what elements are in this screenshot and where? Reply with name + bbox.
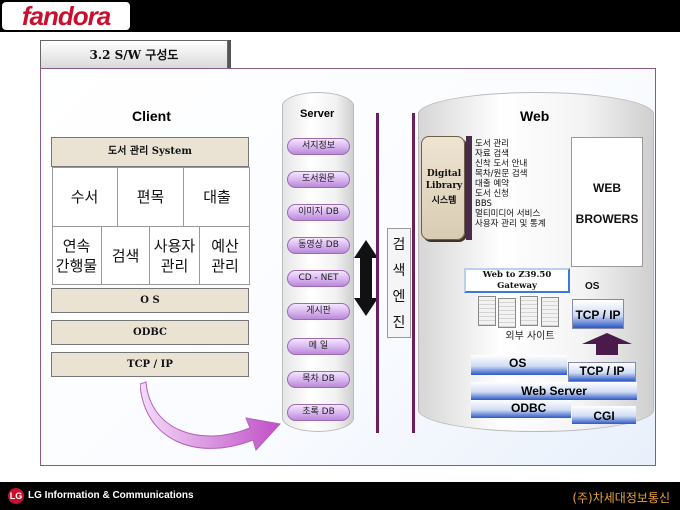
stack-cgi-box: CGI <box>572 406 636 424</box>
server-item-bulletin: 게시판 <box>287 303 350 320</box>
client-os-layer: O S <box>51 288 249 313</box>
server-item-cd-net: CD - NET <box>287 270 350 287</box>
web-title: Web <box>520 108 550 124</box>
server-title: Server <box>300 108 335 120</box>
digital-library-line: Library <box>425 181 463 191</box>
library-bar <box>466 136 472 240</box>
digital-library-box: Digital Library 시스템 <box>421 136 465 240</box>
browser-tcpip-box: TCP / IP <box>572 299 624 329</box>
lg-company-text: LG Information & Communications <box>28 490 194 501</box>
stack-odbc-box: ODBC <box>471 400 571 418</box>
web-browser-label: WEB <box>593 181 621 195</box>
digital-library-line: 시스템 <box>431 196 457 206</box>
service-item: 사용자 관리 및 통계 <box>475 219 546 229</box>
external-site-label: 외부 사이트 <box>505 331 555 342</box>
module-circulation: 대출 <box>184 167 250 227</box>
stack-tcpip-box: TCP / IP <box>568 362 636 382</box>
module-cataloging: 편목 <box>118 167 184 227</box>
module-serials: 연속 간행물 <box>52 227 102 285</box>
server-item-fulltext: 도서원문 <box>287 171 350 188</box>
server-item-abstract-db: 초록 DB <box>287 404 350 421</box>
gateway-box: Web to Z39.50 Gateway <box>464 268 570 293</box>
module-search: 검색 <box>102 227 150 285</box>
digital-library-line: Digital <box>426 169 462 179</box>
server-item-mail: 메 일 <box>287 338 350 355</box>
module-budget-management: 예산 관리 <box>211 237 239 275</box>
server-item-bibliographic: 서지정보 <box>287 138 350 155</box>
server-icon <box>541 297 559 327</box>
divider-right <box>412 113 415 433</box>
gateway-line: Gateway <box>497 281 537 291</box>
section-title: 3.2 S/W 구성도 <box>40 40 228 69</box>
client-odbc-layer: ODBC <box>51 320 249 345</box>
module-user-management: 사용자 관리 <box>150 227 200 285</box>
browser-os-label: OS <box>585 281 600 292</box>
server-icon <box>498 298 516 328</box>
company-name: (주)차세대정보통신 <box>572 491 670 505</box>
client-to-server-arrow <box>140 381 281 451</box>
server-icon <box>478 296 496 326</box>
search-engine-char: 검 <box>392 237 406 253</box>
stack-os-box: OS <box>471 355 567 375</box>
search-engine-char: 색 <box>392 263 406 279</box>
search-engine-char: 진 <box>392 315 406 331</box>
stack-web-server-box: Web Server <box>471 382 637 400</box>
lg-logo-icon: LG <box>8 488 24 504</box>
search-engine-char: 엔 <box>392 289 406 305</box>
server-item-image-db: 이미지 DB <box>287 204 350 221</box>
fandora-logo: fandora <box>2 2 130 30</box>
web-browser-box <box>571 137 643 267</box>
library-system-box: 도서 관리 System <box>51 137 249 167</box>
up-arrow-icon <box>582 333 632 355</box>
server-item-video-db: 동영상 DB <box>287 237 350 254</box>
server-item-toc-db: 목차 DB <box>287 371 350 388</box>
double-arrow-icon <box>354 240 378 316</box>
gateway-line: Web to Z39.50 <box>482 270 552 280</box>
client-title: Client <box>132 108 171 124</box>
web-browser-label: BROWERS <box>575 212 639 226</box>
divider-left <box>376 113 379 433</box>
server-icon <box>520 296 538 326</box>
module-acquisition: 수서 <box>52 167 118 227</box>
